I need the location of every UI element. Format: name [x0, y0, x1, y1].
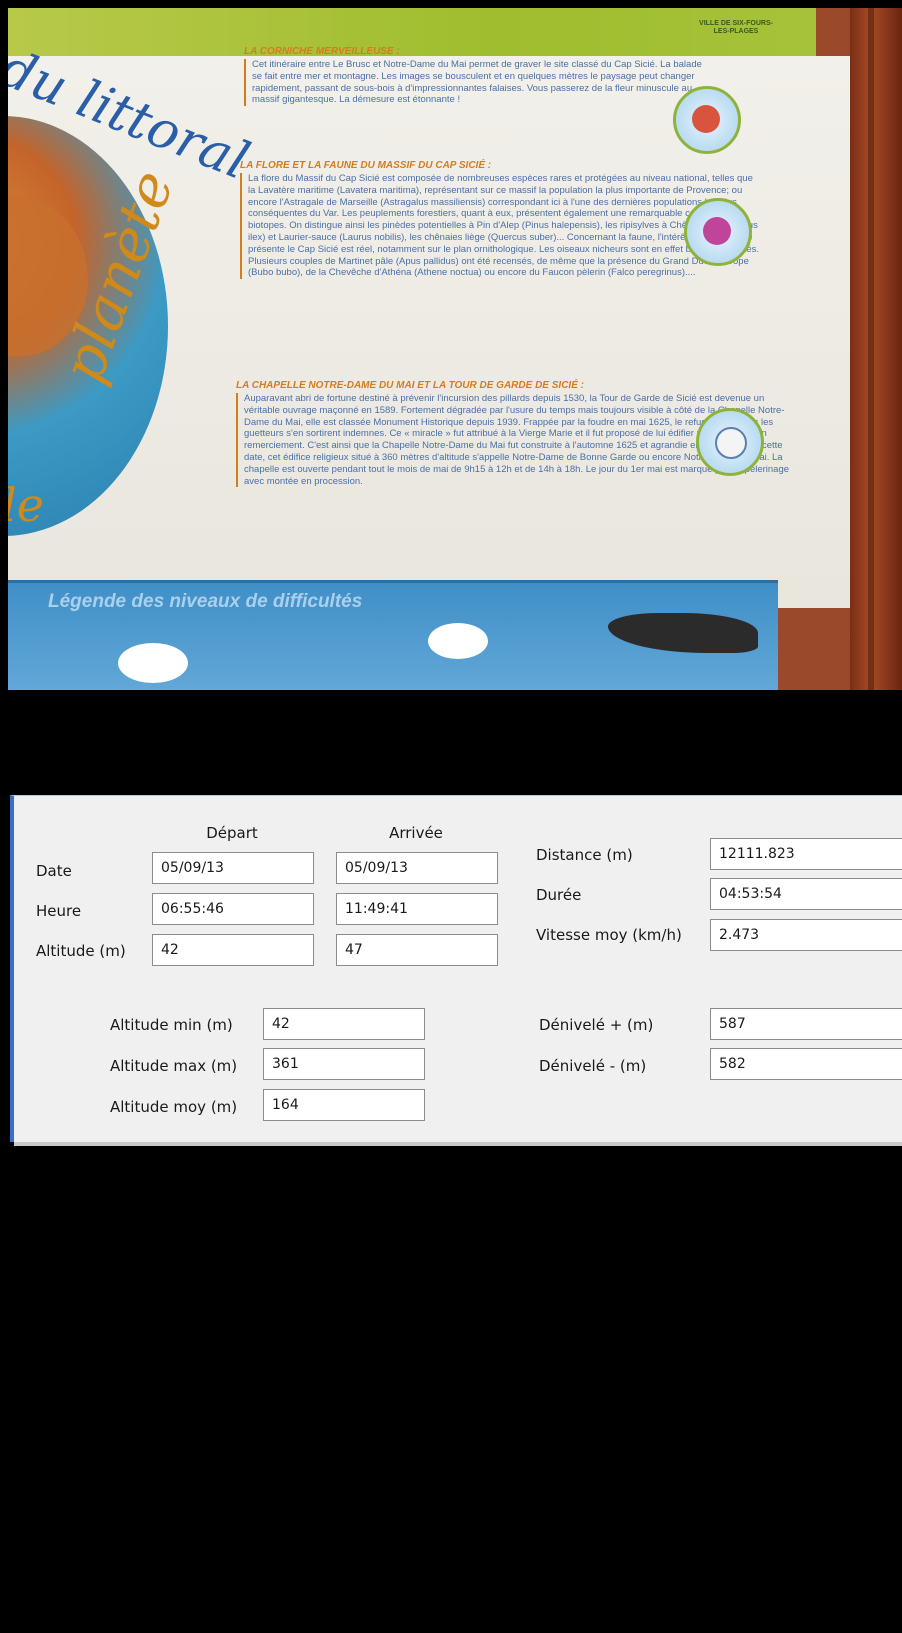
chapel-badge-icon	[696, 408, 764, 476]
section-corniche: LA CORNICHE MERVEILLEUSE : Cet itinérair…	[244, 46, 714, 107]
row-label-date: Date	[36, 862, 72, 880]
denivele-minus-field[interactable]	[710, 1048, 902, 1080]
altitude-min-field[interactable]	[263, 1008, 425, 1040]
section-title: LA CORNICHE MERVEILLEUSE :	[244, 46, 400, 57]
col-header-arrivee: Arrivée	[389, 824, 443, 842]
vitesse-field[interactable]	[710, 919, 902, 951]
magnifier-badge-icon	[673, 86, 741, 154]
altitude-max-field[interactable]	[263, 1048, 425, 1080]
duree-label: Durée	[536, 886, 582, 904]
date-arrivee-field[interactable]	[336, 852, 498, 884]
date-depart-field[interactable]	[152, 852, 314, 884]
duree-field[interactable]	[710, 878, 902, 910]
altitude-arrivee-field[interactable]	[336, 934, 498, 966]
bird-flower-badge-icon	[684, 198, 752, 266]
city-logo-text: VILLE DE SIX-FOURS-LES-PLAGES	[699, 20, 773, 35]
section-title: LA CHAPELLE NOTRE-DAME DU MAI ET LA TOUR…	[236, 380, 584, 391]
altitude-moy-field[interactable]	[263, 1089, 425, 1121]
heure-depart-field[interactable]	[152, 893, 314, 925]
vitesse-label: Vitesse moy (km/h)	[536, 926, 682, 944]
board-photo: VILLE DE SIX-FOURS-LES-PLAGES du littora…	[8, 8, 902, 690]
denivele-minus-label: Dénivelé - (m)	[539, 1057, 647, 1075]
section-body: La flore du Massif du Cap Sicié est comp…	[240, 173, 760, 280]
col-header-depart: Départ	[206, 824, 258, 842]
altitude-moy-label: Altitude moy (m)	[110, 1098, 238, 1116]
row-label-heure: Heure	[36, 902, 82, 920]
row-label-altitude: Altitude (m)	[36, 942, 126, 960]
board-frame	[850, 8, 902, 690]
denivele-plus-label: Dénivelé + (m)	[539, 1016, 654, 1034]
altitude-max-label: Altitude max (m)	[110, 1057, 238, 1075]
distance-field[interactable]	[710, 838, 902, 870]
cloud-illustration	[428, 623, 488, 659]
script-le: le	[8, 478, 44, 532]
legend-band: Légende des niveaux de difficultés	[8, 580, 778, 690]
cloud-illustration	[118, 643, 188, 683]
section-title: LA FLORE ET LA FAUNE DU MASSIF DU CAP SI…	[240, 160, 492, 171]
heure-arrivee-field[interactable]	[336, 893, 498, 925]
section-flore-faune: LA FLORE ET LA FAUNE DU MASSIF DU CAP SI…	[240, 160, 760, 280]
section-body: Cet itinéraire entre Le Brusc et Notre-D…	[244, 59, 714, 107]
altitude-depart-field[interactable]	[152, 934, 314, 966]
distance-label: Distance (m)	[536, 846, 633, 864]
altitude-min-label: Altitude min (m)	[110, 1016, 233, 1034]
legend-title: Légende des niveaux de difficultés	[48, 591, 363, 612]
denivele-plus-field[interactable]	[710, 1008, 902, 1040]
bird-illustration	[608, 613, 758, 653]
track-stats-panel: Départ Arrivée Date Heure Altitude (m) D…	[10, 795, 902, 1146]
